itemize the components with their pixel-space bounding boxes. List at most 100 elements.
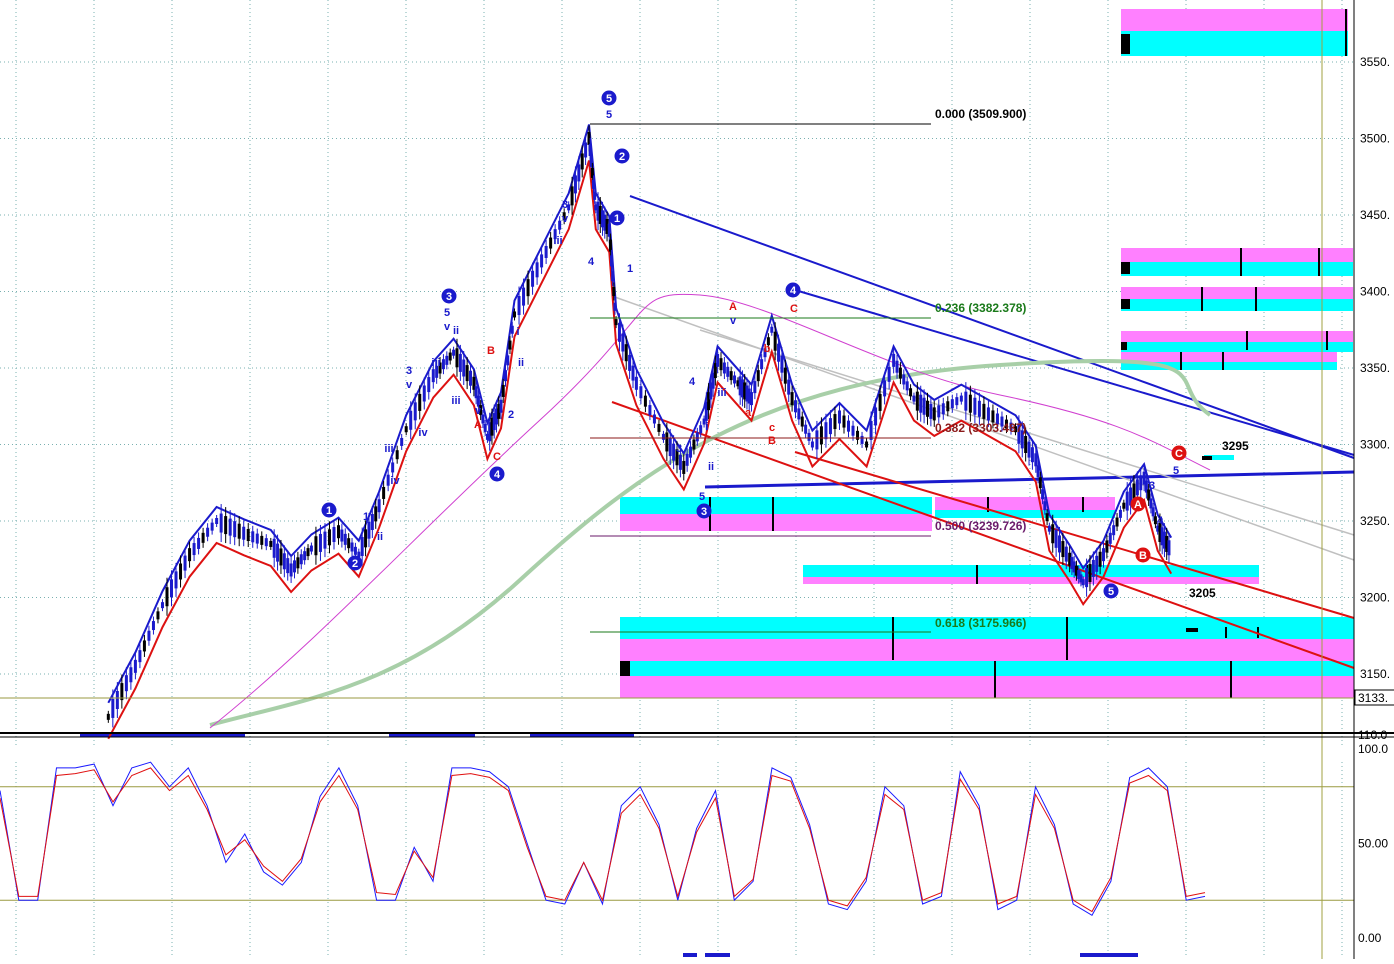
price-tick-label: 3450. (1360, 208, 1390, 222)
candle-body (1027, 441, 1031, 458)
candle-body (165, 587, 169, 607)
candle-body (499, 399, 503, 413)
wave-label: ii (708, 461, 714, 473)
candle-body (506, 355, 510, 366)
current-price-label: 3133. (1358, 691, 1388, 705)
candle-body (573, 175, 577, 194)
candle-body (797, 408, 801, 420)
candle-body (1061, 541, 1065, 558)
candle-body (350, 542, 354, 552)
candle-body (286, 558, 290, 574)
candle-body (1051, 524, 1055, 544)
candle-body (192, 543, 196, 556)
wave-label: 4 (1157, 515, 1164, 527)
candle-body (760, 359, 764, 370)
candle-body (842, 415, 846, 428)
candle-body (883, 380, 887, 397)
candle-body (726, 366, 730, 377)
candle-body (865, 441, 869, 448)
candle-body (1105, 540, 1109, 553)
candle-body (246, 529, 250, 542)
wave-circle-text: C (1175, 448, 1183, 460)
candle-body (323, 531, 327, 549)
wave-label: v (406, 379, 413, 391)
candle-body (937, 405, 941, 418)
candle-body (964, 391, 968, 411)
wave-label: iii (384, 443, 393, 455)
wave-circle-text: A (1134, 499, 1142, 511)
candle-body (661, 433, 665, 440)
candle-body (255, 533, 259, 544)
candle-body (522, 287, 526, 306)
candle-body (955, 397, 959, 406)
candle-body (1088, 564, 1092, 583)
candle-body (1125, 491, 1129, 511)
candle-body (242, 526, 246, 540)
wave-label: 5 (699, 491, 705, 503)
projection-zone-box (620, 661, 1354, 676)
candle-body (810, 441, 814, 448)
projection-zone-box (803, 565, 1259, 577)
candle-body (1081, 579, 1085, 586)
candle-body (783, 367, 787, 384)
candle-body (905, 381, 909, 391)
wave-label: 5 (606, 109, 612, 121)
candle-body (1135, 479, 1139, 496)
price-tick-label: 3250. (1360, 514, 1390, 528)
candle-body (382, 486, 386, 499)
candle-body (902, 374, 906, 385)
candle-body (1085, 568, 1089, 588)
candle-body (142, 640, 146, 652)
candle-body (276, 543, 280, 562)
candle-body (409, 410, 413, 430)
price-chart-svg[interactable]: 0.000 (3509.900) 0.236 (3382.378) 0.382 (3… (0, 0, 1394, 959)
candle-body (1122, 502, 1126, 509)
candle-body (610, 255, 614, 267)
candle-body (147, 630, 151, 641)
fib-level-label: 0.000 (3509.900) (935, 107, 1026, 121)
candle-body (448, 352, 452, 361)
candle-body (282, 553, 286, 570)
candle-body (756, 370, 760, 382)
wave-label: 3 (406, 365, 412, 377)
zone-marker-block (1121, 34, 1130, 54)
candle-body (292, 560, 296, 573)
candle-body (404, 426, 408, 433)
candle-body (815, 430, 819, 450)
candle-body (367, 521, 371, 539)
candle-body (535, 262, 539, 278)
oscillator-tick-label: 50.00 (1358, 837, 1388, 851)
candle-body (986, 407, 990, 421)
candle-body (643, 395, 647, 407)
candle-body (1047, 525, 1051, 532)
candle-body (895, 360, 899, 373)
wave-label: a (745, 407, 752, 419)
fib-level-label: 0.382 (3303.487) (935, 421, 1026, 435)
wave-label: iii (431, 357, 440, 369)
wave-label: i (705, 421, 708, 433)
candle-body (851, 425, 855, 436)
candle-body (558, 220, 562, 230)
candle-body (364, 529, 368, 548)
projection-zone-box (803, 577, 1259, 584)
candle-body (540, 254, 544, 268)
candle-body (422, 385, 426, 402)
oscillator-top-label: 110.0 (1358, 728, 1387, 742)
price-annotation: 3295 (1222, 439, 1249, 453)
projection-zone-box (1121, 352, 1337, 362)
candle-body (124, 675, 128, 692)
candle-body (733, 375, 737, 384)
projection-zone-box (620, 676, 1354, 698)
candle-body (932, 407, 936, 421)
candle-body (941, 403, 945, 415)
price-tick-label: 3150. (1360, 667, 1390, 681)
candle-body (922, 397, 926, 415)
candle-body (151, 621, 155, 631)
candle-body (299, 554, 303, 565)
projection-zone-box (935, 497, 1115, 511)
projection-zone-box (1121, 342, 1353, 352)
candle-body (692, 439, 696, 450)
candle-body (959, 395, 963, 402)
chart-window: 0.000 (3509.900) 0.236 (3382.378) 0.382 (3… (0, 0, 1394, 959)
wave-circle-text: 3 (446, 291, 452, 303)
